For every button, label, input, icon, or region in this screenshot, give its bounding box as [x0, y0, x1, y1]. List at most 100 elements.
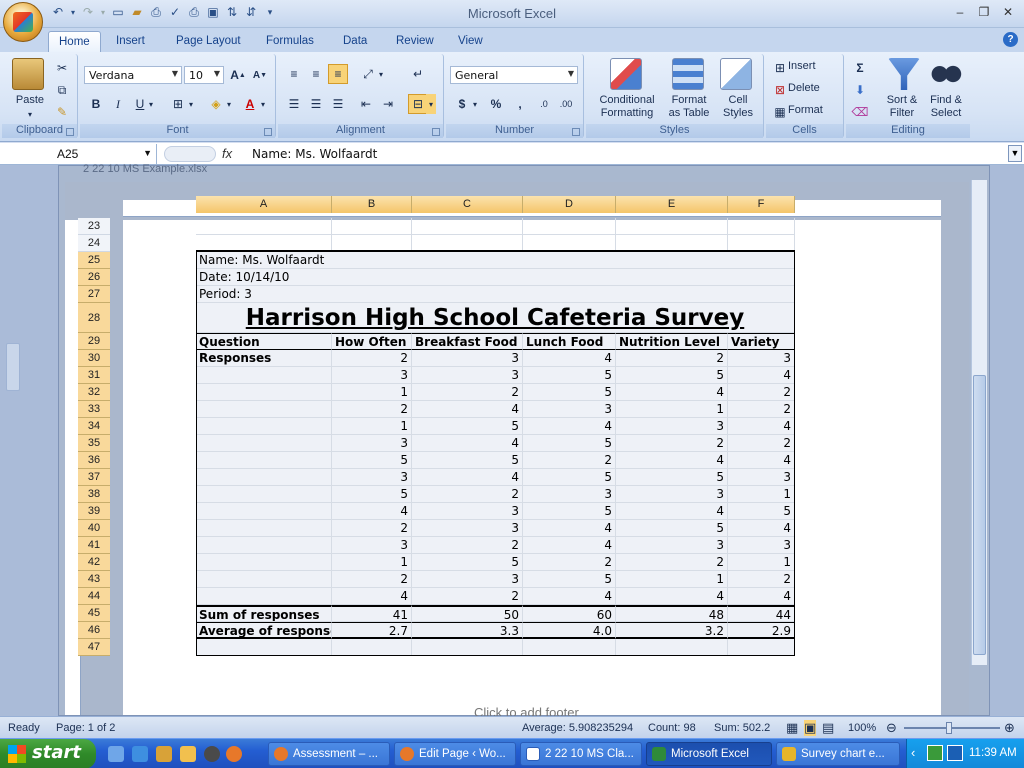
row-header[interactable]: 33 [78, 401, 110, 418]
grow-font-icon[interactable]: A ▲ [228, 65, 248, 85]
cut-icon[interactable]: ✂ [52, 58, 72, 78]
format-as-table-button[interactable]: Format as Table [662, 94, 716, 120]
help-icon[interactable]: ? [1003, 32, 1018, 47]
name-cell[interactable]: Name: Ms. Wolfaardt [196, 252, 795, 269]
row-header[interactable]: 32 [78, 384, 110, 401]
tab-review[interactable]: Review [386, 31, 444, 52]
response-cell[interactable]: 2 [332, 571, 412, 588]
row-header[interactable]: 36 [78, 452, 110, 469]
align-bottom-icon[interactable]: ≡ [328, 64, 348, 84]
scroll-thumb[interactable] [973, 375, 986, 655]
format-painter-icon[interactable]: ✎ [52, 102, 72, 122]
response-cell[interactable]: 5 [332, 452, 412, 469]
table-cell[interactable] [196, 571, 332, 588]
tab-view[interactable]: View [448, 31, 493, 52]
response-cell[interactable]: 5 [523, 469, 616, 486]
borders-dropdown-icon[interactable]: ▾ [186, 94, 196, 114]
response-cell[interactable]: 3 [728, 537, 795, 554]
table-cell[interactable] [196, 503, 332, 520]
sum-cell[interactable]: 44 [728, 605, 795, 622]
response-cell[interactable]: 4 [412, 435, 523, 452]
column-heading-cell[interactable]: Nutrition Level [616, 333, 728, 350]
align-right-icon[interactable]: ☰ [328, 94, 348, 114]
minimize-icon[interactable]: – [950, 4, 970, 20]
response-cell[interactable]: 4 [616, 452, 728, 469]
zoom-in-icon[interactable]: ⊕ [1004, 720, 1015, 736]
response-cell[interactable]: 4 [332, 588, 412, 605]
table-cell[interactable] [196, 554, 332, 571]
tab-data[interactable]: Data [333, 31, 377, 52]
response-cell[interactable]: 5 [616, 520, 728, 537]
response-cell[interactable]: 2 [616, 435, 728, 452]
column-header-d[interactable]: D [523, 196, 616, 213]
row-header[interactable]: 41 [78, 537, 110, 554]
insert-function-icon[interactable]: fx [222, 146, 232, 161]
response-cell[interactable]: 3 [412, 571, 523, 588]
cell-styles-button[interactable]: Cell Styles [716, 94, 760, 120]
table-cell[interactable] [728, 639, 795, 656]
font-color-dropdown-icon[interactable]: ▾ [258, 94, 268, 114]
office-button[interactable] [3, 2, 43, 42]
format-cells-icon[interactable]: ▦ [770, 102, 790, 122]
row-header[interactable]: 35 [78, 435, 110, 452]
table-cell[interactable] [523, 218, 616, 235]
table-cell[interactable] [728, 218, 795, 235]
row-header[interactable]: 47 [78, 639, 110, 656]
response-cell[interactable]: 4 [412, 401, 523, 418]
cell-styles-icon[interactable] [720, 58, 752, 90]
number-format-combo[interactable]: General ▼ [450, 66, 578, 84]
row-header[interactable]: 27 [78, 286, 110, 303]
response-cell[interactable]: 3 [412, 367, 523, 384]
response-cell[interactable]: 4 [728, 452, 795, 469]
conditional-formatting-button[interactable]: Conditional Formatting [588, 94, 666, 120]
row-header[interactable]: 24 [78, 235, 110, 252]
page-break-view-icon[interactable]: ▤ [822, 720, 834, 736]
quick-launch-outlook-icon[interactable] [180, 746, 196, 762]
table-cell[interactable] [196, 452, 332, 469]
quick-launch-explorer-icon[interactable] [108, 746, 124, 762]
insert-button[interactable]: Insert [788, 60, 836, 72]
fill-icon[interactable]: ⬇ [850, 80, 870, 100]
response-cell[interactable]: 3 [616, 418, 728, 435]
quick-launch-ie-icon[interactable] [132, 746, 148, 762]
row-header[interactable]: 39 [78, 503, 110, 520]
percent-icon[interactable]: % [486, 94, 506, 114]
row-header[interactable]: 25 [78, 252, 110, 269]
response-cell[interactable]: 2 [332, 350, 412, 367]
column-header-b[interactable]: B [332, 196, 412, 213]
column-heading-cell[interactable]: How Often [332, 333, 412, 350]
row-header[interactable]: 42 [78, 554, 110, 571]
response-cell[interactable]: 4 [728, 520, 795, 537]
decrease-indent-icon[interactable]: ⇤ [356, 94, 376, 114]
response-cell[interactable]: 3 [523, 486, 616, 503]
response-cell[interactable]: 2 [332, 520, 412, 537]
quick-launch-media-icon[interactable] [204, 746, 220, 762]
response-cell[interactable]: 5 [728, 503, 795, 520]
font-color-icon[interactable]: A [240, 94, 260, 114]
column-header-c[interactable]: C [412, 196, 523, 213]
column-heading-cell[interactable]: Question [196, 333, 332, 350]
align-middle-icon[interactable]: ≡ [306, 64, 326, 84]
start-button[interactable]: start [0, 739, 96, 768]
sum-label-cell[interactable]: Sum of responses [196, 605, 332, 622]
alignment-launcher-icon[interactable] [432, 128, 440, 136]
response-cell[interactable]: 3 [412, 503, 523, 520]
increase-decimal-icon[interactable]: .0 [534, 94, 554, 114]
tray-expand-icon[interactable]: ‹ [911, 745, 915, 760]
row-header[interactable]: 30 [78, 350, 110, 367]
table-cell[interactable] [196, 218, 332, 235]
survey-title-cell[interactable]: Harrison High School Cafeteria Survey [196, 303, 795, 333]
row-header[interactable]: 43 [78, 571, 110, 588]
clear-icon[interactable]: ⌫ [850, 102, 870, 122]
tray-network-icon[interactable] [947, 745, 963, 761]
sort-filter-icon[interactable] [888, 58, 920, 90]
underline-dropdown-icon[interactable]: ▾ [146, 94, 156, 114]
response-cell[interactable]: 4 [523, 350, 616, 367]
delete-cells-icon[interactable]: ⊠ [770, 80, 790, 100]
merge-center-icon[interactable]: ⊟ [408, 94, 428, 114]
tab-insert[interactable]: Insert [106, 31, 155, 52]
response-cell[interactable]: 5 [412, 418, 523, 435]
font-name-combo[interactable]: Verdana ▼ [84, 66, 182, 84]
sum-cell[interactable]: 50 [412, 605, 523, 622]
expand-formula-bar-icon[interactable]: ▼ [1008, 145, 1022, 162]
